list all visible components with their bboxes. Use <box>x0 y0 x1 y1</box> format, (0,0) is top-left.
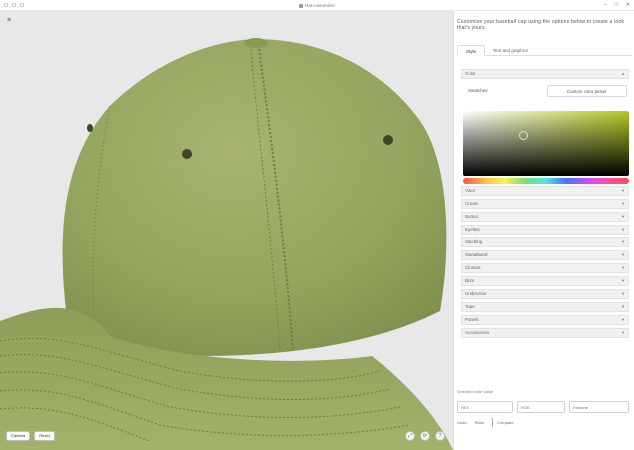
color-tabs: Swatches Custom color picker <box>463 84 627 97</box>
section-label: Brim <box>465 278 475 284</box>
section-closure[interactable]: Closure ▼ <box>461 263 629 274</box>
help-icon[interactable]: ? <box>435 431 445 441</box>
window-title-text: Hat customizer <box>304 3 335 8</box>
window-title: Hat customizer <box>0 3 634 8</box>
camera-button[interactable]: Camera <box>6 431 31 441</box>
divider <box>492 417 494 427</box>
window-controls: – □ ✕ <box>604 2 630 8</box>
menu-icon[interactable]: ≡ <box>5 17 13 25</box>
section-panels[interactable]: Panels ▼ <box>461 314 629 325</box>
color-picker: Swatches Custom color picker <box>461 82 629 184</box>
section-label: Color <box>465 71 476 76</box>
panel-heading: Customize your baseball cap using the op… <box>457 19 625 31</box>
section-label: Sweatband <box>465 252 488 258</box>
color-value-inputs <box>457 401 632 413</box>
tab-custom-color[interactable]: Custom color picker <box>546 84 627 97</box>
section-visor[interactable]: Visor ▼ <box>461 185 629 196</box>
chevron-down-icon: ▼ <box>621 200 625 206</box>
cap-top-button <box>244 38 268 48</box>
section-label: Tape <box>465 303 475 309</box>
chevron-down-icon: ▼ <box>621 213 625 219</box>
section-label: Eyelets <box>465 226 480 232</box>
cap-eyelet <box>383 135 393 145</box>
maximize-icon[interactable]: □ <box>615 2 618 8</box>
saturation-value-field[interactable] <box>463 110 629 176</box>
cap-eyelet <box>182 149 192 159</box>
section-undervisor[interactable]: Undervisor ▼ <box>461 289 629 300</box>
chevron-down-icon: ▼ <box>621 239 625 245</box>
cap-eyelet <box>87 124 93 132</box>
section-color-header[interactable]: Color ▲ <box>461 69 629 79</box>
minimize-icon[interactable]: – <box>604 2 607 8</box>
chevron-down-icon: ▼ <box>621 278 625 284</box>
section-brim[interactable]: Brim ▼ <box>461 276 629 287</box>
compare-button[interactable]: Compare <box>497 420 513 425</box>
pantone-input[interactable] <box>569 401 629 413</box>
section-crown[interactable]: Crown ▼ <box>461 198 629 209</box>
section-label: Stitching <box>465 239 483 245</box>
chevron-down-icon: ▼ <box>621 329 625 335</box>
rotate-icon[interactable]: ⟳ <box>420 431 430 441</box>
redo-button[interactable]: Redo <box>475 420 485 425</box>
hue-slider[interactable] <box>463 177 629 184</box>
3d-viewport[interactable]: ≡ Camera Reset ⤢ ⟳ ? <box>0 11 453 450</box>
tab-swatches[interactable]: Swatches <box>463 85 547 97</box>
app-icon <box>298 3 303 8</box>
tab-text-and-graphics[interactable]: Text and graphics <box>485 45 536 56</box>
footer-actions: Undo Redo Compare <box>457 417 632 427</box>
rgb-input[interactable] <box>517 401 565 413</box>
panel-footer: Selected color value Undo Redo Compare <box>457 389 632 427</box>
section-sweatband[interactable]: Sweatband ▼ <box>461 250 629 261</box>
section-label: Closure <box>465 265 481 271</box>
chevron-down-icon: ▼ <box>621 291 625 297</box>
chevron-up-icon: ▲ <box>621 71 625 76</box>
cap-render[interactable] <box>0 11 453 450</box>
viewport-tools: ⤢ ⟳ ? <box>405 431 445 441</box>
panel-tabs: Style Text and graphics <box>457 45 632 56</box>
tab-style[interactable]: Style <box>457 45 486 56</box>
chevron-down-icon: ▼ <box>621 316 625 322</box>
footer-label: Selected color value <box>457 389 494 394</box>
section-accessories[interactable]: Accessories ▼ <box>461 327 629 338</box>
title-bar: Hat customizer – □ ✕ <box>0 0 634 11</box>
close-icon[interactable]: ✕ <box>626 2 630 8</box>
section-label: Undervisor <box>465 291 487 297</box>
section-label: Visor <box>465 187 476 193</box>
reset-button[interactable]: Reset <box>34 431 55 441</box>
chevron-down-icon: ▼ <box>621 187 625 193</box>
section-label: Panels <box>465 316 479 322</box>
customizer-panel: Customize your baseball cap using the op… <box>453 11 634 450</box>
section-label: Crown <box>465 200 479 206</box>
chevron-down-icon: ▼ <box>621 252 625 258</box>
section-tape[interactable]: Tape ▼ <box>461 301 629 312</box>
chevron-down-icon: ▼ <box>621 265 625 271</box>
section-label: Accessories <box>465 329 490 335</box>
hex-input[interactable] <box>457 401 513 413</box>
viewport-button-group: Camera Reset <box>6 431 55 441</box>
section-button[interactable]: Button ▼ <box>461 211 629 222</box>
chevron-down-icon: ▼ <box>621 226 625 232</box>
section-stitching[interactable]: Stitching ▼ <box>461 237 629 248</box>
fullscreen-icon[interactable]: ⤢ <box>405 431 415 441</box>
section-label: Button <box>465 213 479 219</box>
undo-button[interactable]: Undo <box>457 420 467 425</box>
option-sections: Color ▲ Swatches Custom color picker Vis… <box>461 69 629 341</box>
section-eyelets[interactable]: Eyelets ▼ <box>461 224 629 235</box>
chevron-down-icon: ▼ <box>621 303 625 309</box>
color-picker-handle[interactable] <box>519 130 528 140</box>
